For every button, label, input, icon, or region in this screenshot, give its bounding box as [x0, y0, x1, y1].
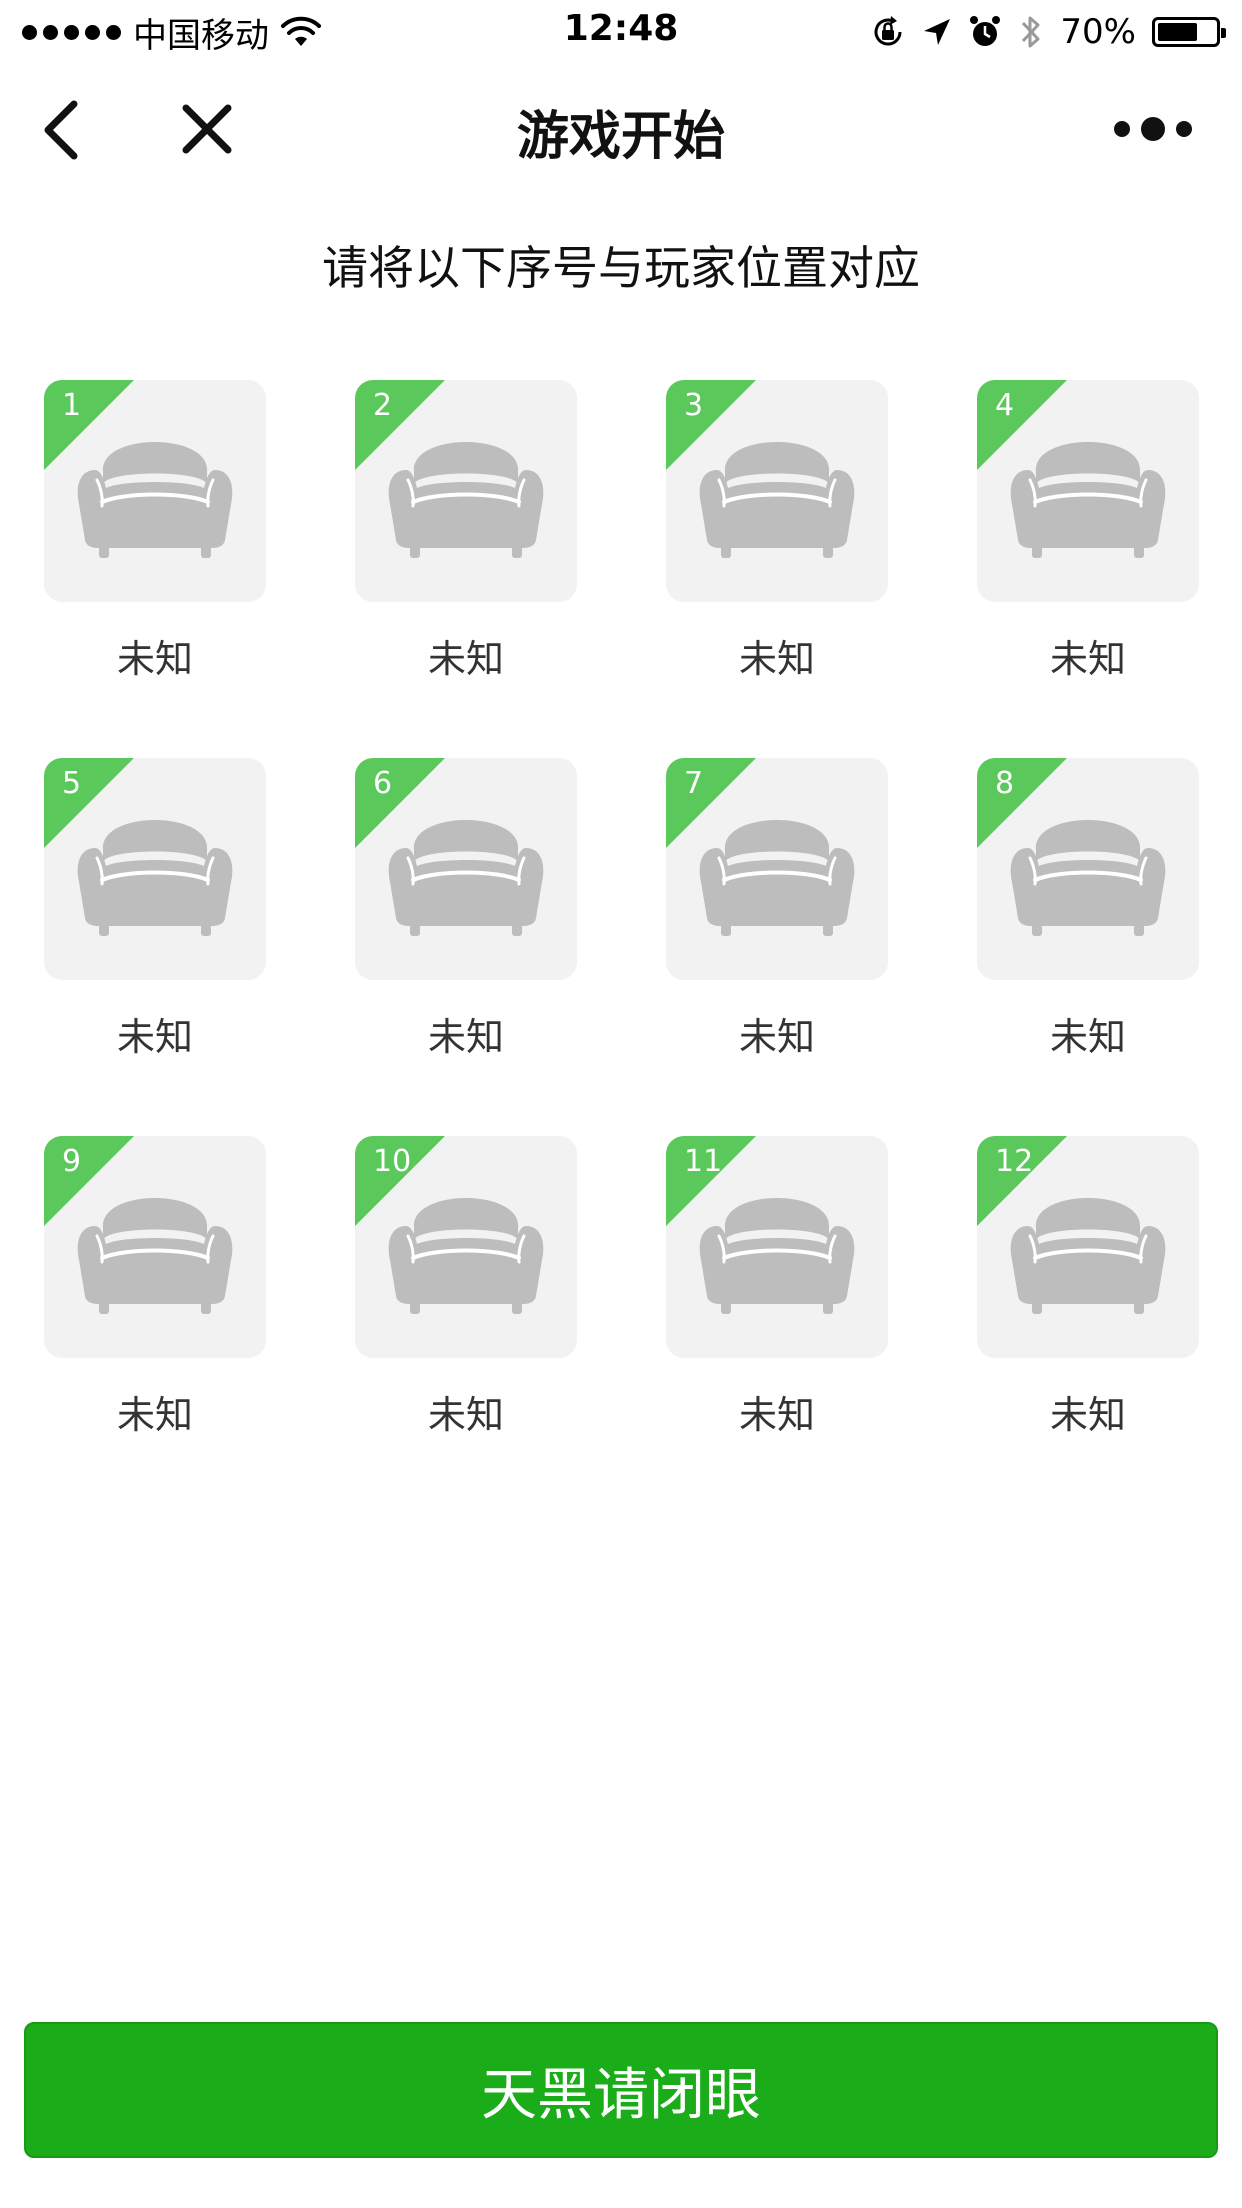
seat-number: 7 — [684, 766, 704, 801]
page-title: 游戏开始 — [516, 107, 725, 167]
seat-label: 未知 — [116, 1393, 193, 1437]
seat-label: 未知 — [427, 1393, 504, 1437]
seat-label: 未知 — [738, 1015, 815, 1059]
seat-card[interactable]: 9 — [44, 1136, 266, 1358]
seat-item-1[interactable]: 1 未知 — [44, 380, 266, 758]
seat-label: 未知 — [427, 1015, 504, 1059]
nav-bar: 游戏开始 — [0, 64, 1242, 192]
battery-fill — [1158, 23, 1198, 41]
sofa-icon — [1010, 442, 1166, 558]
seat-label: 未知 — [427, 637, 504, 681]
status-bar: 中国移动 12:48 70% — [0, 0, 1242, 64]
seat-label: 未知 — [116, 637, 193, 681]
seat-grid: 1 未知 2 未知 3 未知 4 未知 5 未知 6 未知 7 未知 8 未知 … — [44, 380, 1200, 1514]
more-dots-icon — [1114, 117, 1192, 141]
seat-item-11[interactable]: 11 未知 — [666, 1136, 888, 1514]
sofa-icon — [699, 442, 855, 558]
seat-card[interactable]: 10 — [355, 1136, 577, 1358]
seat-label: 未知 — [1049, 1015, 1126, 1059]
sofa-icon — [1010, 1198, 1166, 1314]
seat-number: 9 — [62, 1144, 82, 1179]
sofa-icon — [388, 820, 544, 936]
bluetooth-icon — [1022, 16, 1040, 48]
sofa-icon — [77, 820, 233, 936]
seat-card[interactable]: 5 — [44, 758, 266, 980]
seat-item-9[interactable]: 9 未知 — [44, 1136, 266, 1514]
instruction-text: 请将以下序号与玩家位置对应 — [322, 241, 920, 295]
seat-card[interactable]: 3 — [666, 380, 888, 602]
sofa-icon — [77, 1198, 233, 1314]
seat-number: 10 — [373, 1144, 412, 1179]
seat-item-12[interactable]: 12 未知 — [977, 1136, 1199, 1514]
seat-item-4[interactable]: 4 未知 — [977, 380, 1199, 758]
sofa-icon — [388, 442, 544, 558]
seat-card[interactable]: 11 — [666, 1136, 888, 1358]
seat-card[interactable]: 2 — [355, 380, 577, 602]
seat-label: 未知 — [116, 1015, 193, 1059]
seat-label: 未知 — [738, 637, 815, 681]
battery-percent: 70% — [1060, 12, 1136, 52]
seat-item-8[interactable]: 8 未知 — [977, 758, 1199, 1136]
seat-number: 5 — [62, 766, 82, 801]
sofa-icon — [699, 1198, 855, 1314]
location-icon — [924, 19, 951, 45]
battery-icon — [1152, 17, 1226, 47]
more-button[interactable] — [1108, 104, 1198, 154]
seat-number: 11 — [684, 1144, 723, 1179]
orientation-lock-icon — [874, 16, 902, 46]
seat-label: 未知 — [1049, 1393, 1126, 1437]
seat-label: 未知 — [738, 1393, 815, 1437]
seat-number: 6 — [373, 766, 393, 801]
seat-item-5[interactable]: 5 未知 — [44, 758, 266, 1136]
seat-label: 未知 — [1049, 637, 1126, 681]
seat-item-10[interactable]: 10 未知 — [355, 1136, 577, 1514]
seat-card[interactable]: 1 — [44, 380, 266, 602]
seat-card[interactable]: 12 — [977, 1136, 1199, 1358]
seat-card[interactable]: 7 — [666, 758, 888, 980]
night-close-eyes-button[interactable]: 天黑请闭眼 — [24, 2022, 1218, 2158]
seat-item-3[interactable]: 3 未知 — [666, 380, 888, 758]
seat-card[interactable]: 8 — [977, 758, 1199, 980]
alarm-icon — [970, 16, 1001, 46]
seat-item-6[interactable]: 6 未知 — [355, 758, 577, 1136]
sofa-icon — [77, 442, 233, 558]
seat-item-7[interactable]: 7 未知 — [666, 758, 888, 1136]
sofa-icon — [388, 1198, 544, 1314]
seat-number: 4 — [995, 388, 1015, 423]
seat-number: 2 — [373, 388, 393, 423]
seat-item-2[interactable]: 2 未知 — [355, 380, 577, 758]
seat-number: 3 — [684, 388, 704, 423]
seat-number: 1 — [62, 388, 82, 423]
sofa-icon — [1010, 820, 1166, 936]
seat-card[interactable]: 6 — [355, 758, 577, 980]
seat-card[interactable]: 4 — [977, 380, 1199, 602]
status-bar-right: 70% — [870, 10, 1226, 54]
seat-number: 12 — [995, 1144, 1034, 1179]
sofa-icon — [699, 820, 855, 936]
seat-number: 8 — [995, 766, 1015, 801]
